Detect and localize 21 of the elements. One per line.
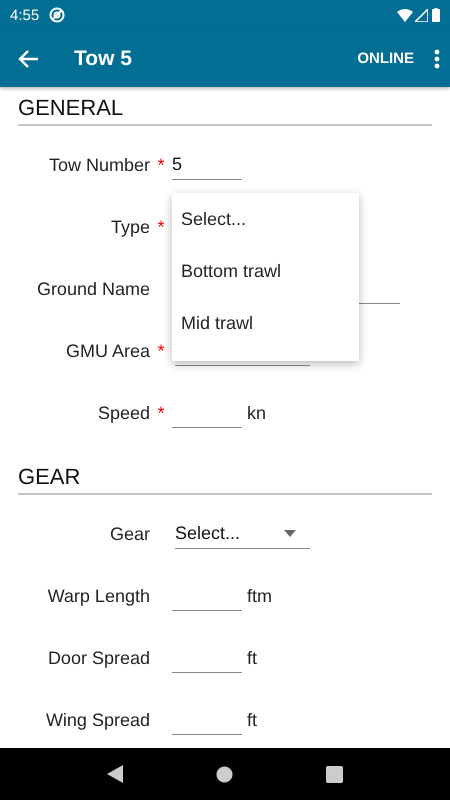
field-label: Speed	[98, 402, 150, 424]
unit-label: ftm	[247, 585, 272, 608]
field-label: GMU Area	[66, 340, 150, 362]
unit-label: ft	[247, 647, 258, 670]
field-label: Gear	[110, 524, 150, 544]
field-label: Door Spread	[48, 648, 150, 668]
status-time: 4:55	[10, 6, 40, 24]
required-asterisk: *	[157, 402, 164, 424]
field-label: Warp Length	[48, 586, 150, 606]
screen-title: Tow 5	[74, 46, 132, 70]
required-asterisk: *	[157, 154, 164, 176]
required-asterisk: *	[157, 216, 164, 238]
required-asterisk: *	[157, 340, 164, 362]
unit-label: ft	[247, 709, 258, 732]
field-label: Type	[110, 216, 150, 238]
section-title: GEAR	[18, 456, 432, 495]
field-label: Tow Number	[48, 154, 150, 176]
field-label: Ground Name	[36, 278, 150, 300]
section-title: GENERAL	[18, 87, 432, 126]
unit-label: kn	[247, 402, 266, 425]
field-label: Wing Spread	[46, 710, 150, 730]
